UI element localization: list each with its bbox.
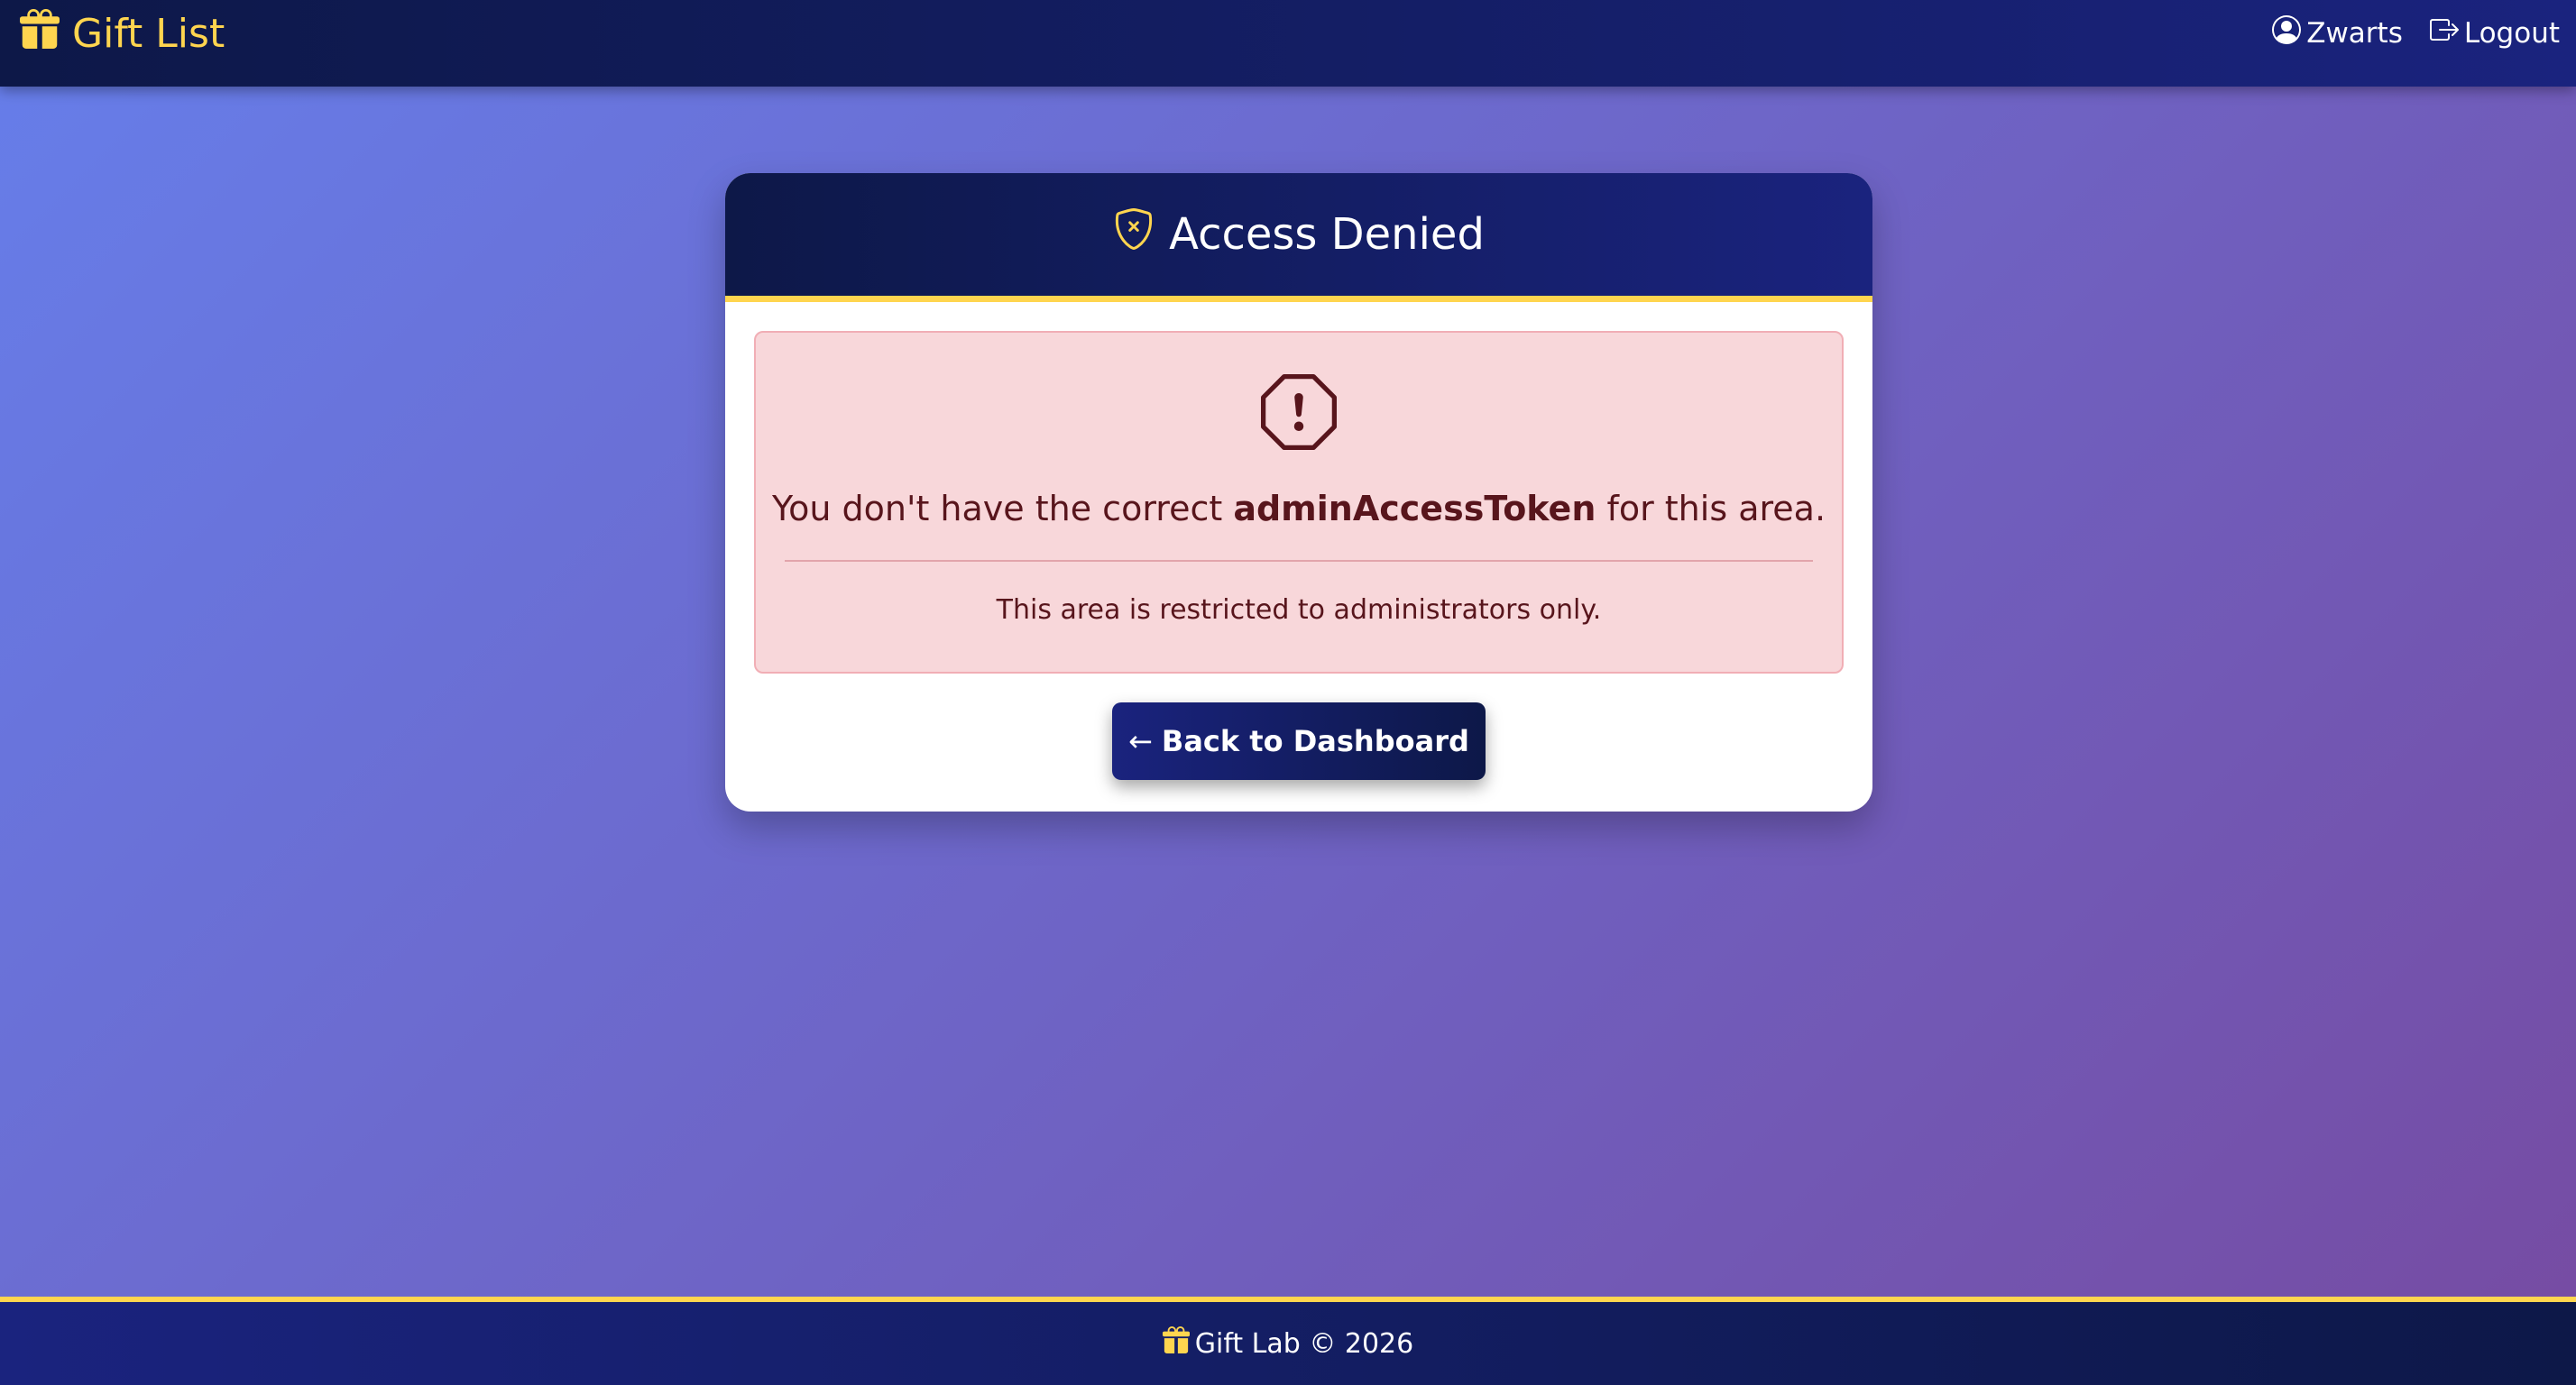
alert-message: You don't have the correct adminAccessTo… <box>772 488 1826 529</box>
nav-right: Zwarts Logout <box>2245 15 2560 51</box>
logout-link[interactable]: Logout <box>2429 15 2560 51</box>
shield-x-icon <box>1113 206 1169 262</box>
user-name-label: Zwarts <box>2306 17 2403 50</box>
back-button-label: Back to Dashboard <box>1161 724 1469 758</box>
brand-label: Gift List <box>72 10 225 57</box>
card-header: Access Denied <box>725 173 1872 302</box>
top-navbar: Gift List Zwarts Logout <box>0 0 2576 87</box>
alert-message-suffix: for this area. <box>1596 489 1826 528</box>
gift-icon <box>20 8 72 59</box>
alert-divider <box>785 560 1813 562</box>
admin-token-name: adminAccessToken <box>1233 489 1596 528</box>
back-to-dashboard-button[interactable]: ← Back to Dashboard <box>1112 702 1486 780</box>
page-footer: Gift Lab © 2026 <box>0 1297 2576 1385</box>
user-profile-link[interactable]: Zwarts <box>2272 15 2403 51</box>
logout-label: Logout <box>2463 17 2560 50</box>
card-body: You don't have the correct adminAccessTo… <box>725 302 1872 780</box>
alert-note: This area is restricted to administrator… <box>996 594 1602 626</box>
arrow-left-icon: ← <box>1128 724 1153 758</box>
person-circle-icon <box>2272 15 2306 51</box>
gift-icon <box>1162 1326 1195 1361</box>
footer-text: Gift Lab © 2026 <box>1194 1327 1414 1360</box>
box-arrow-right-icon <box>2429 15 2464 51</box>
exclamation-octagon-icon <box>1261 374 1337 454</box>
access-denied-alert: You don't have the correct adminAccessTo… <box>754 331 1844 674</box>
alert-message-prefix: You don't have the correct <box>771 489 1234 528</box>
card-title: Access Denied <box>1169 209 1485 260</box>
access-denied-card: Access Denied You don't have the correct… <box>725 173 1872 812</box>
brand-link[interactable]: Gift List <box>20 8 225 59</box>
